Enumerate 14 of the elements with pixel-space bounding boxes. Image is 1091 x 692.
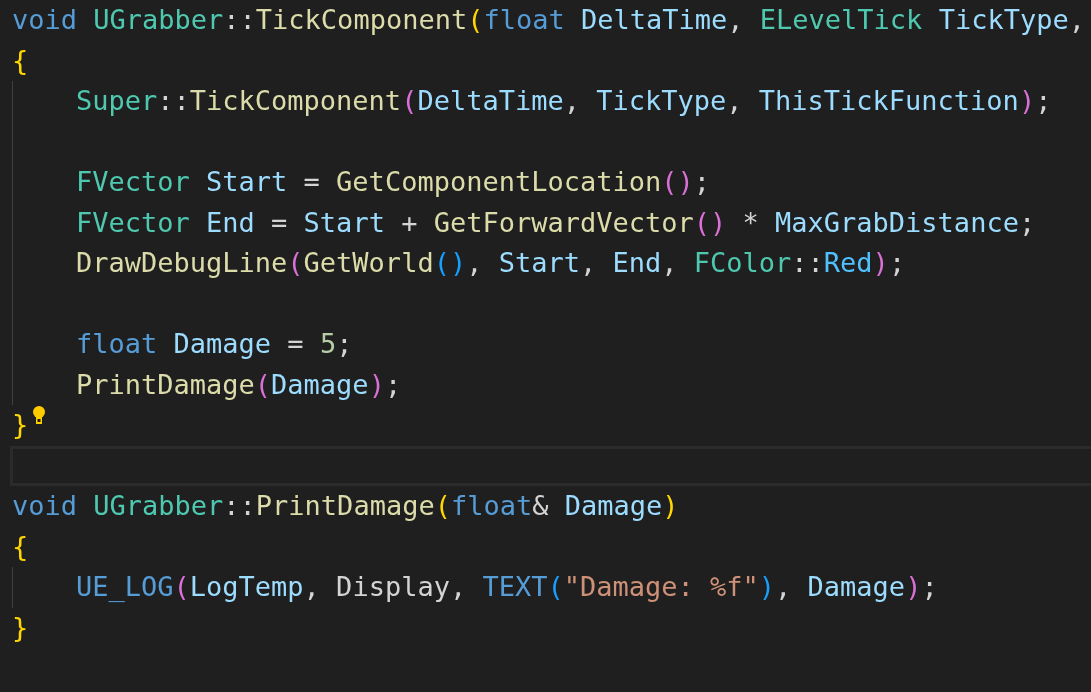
- code-line: {: [12, 43, 29, 78]
- code-line: PrintDamage(Damage);: [75, 367, 402, 402]
- code-line: float Damage = 5;: [75, 327, 353, 362]
- code-line: FVector Start = GetComponentLocation();: [75, 165, 710, 200]
- lightbulb-icon[interactable]: [32, 406, 47, 427]
- code-line: }: [12, 610, 29, 645]
- code-line: DrawDebugLine(GetWorld(), Start, End, FColor::Red);: [75, 246, 906, 281]
- code-line: {: [12, 529, 29, 564]
- code-line: void UGrabber::TickComponent(float DeltaTime, ELevelTick TickType,: [12, 3, 1085, 38]
- code-line: UE_LOG(LogTemp, Display, TEXT("Damage: %f"), Damage);: [75, 570, 938, 605]
- code-line: }: [12, 408, 29, 443]
- code-line: void UGrabber::PrintDamage(float& Damage): [12, 489, 679, 524]
- code-line: FVector End = Start + GetForwardVector() * MaxGrabDistance;: [75, 205, 1036, 240]
- code-line: Super::TickComponent(DeltaTime, TickType, ThisTickFunction);: [75, 84, 1052, 119]
